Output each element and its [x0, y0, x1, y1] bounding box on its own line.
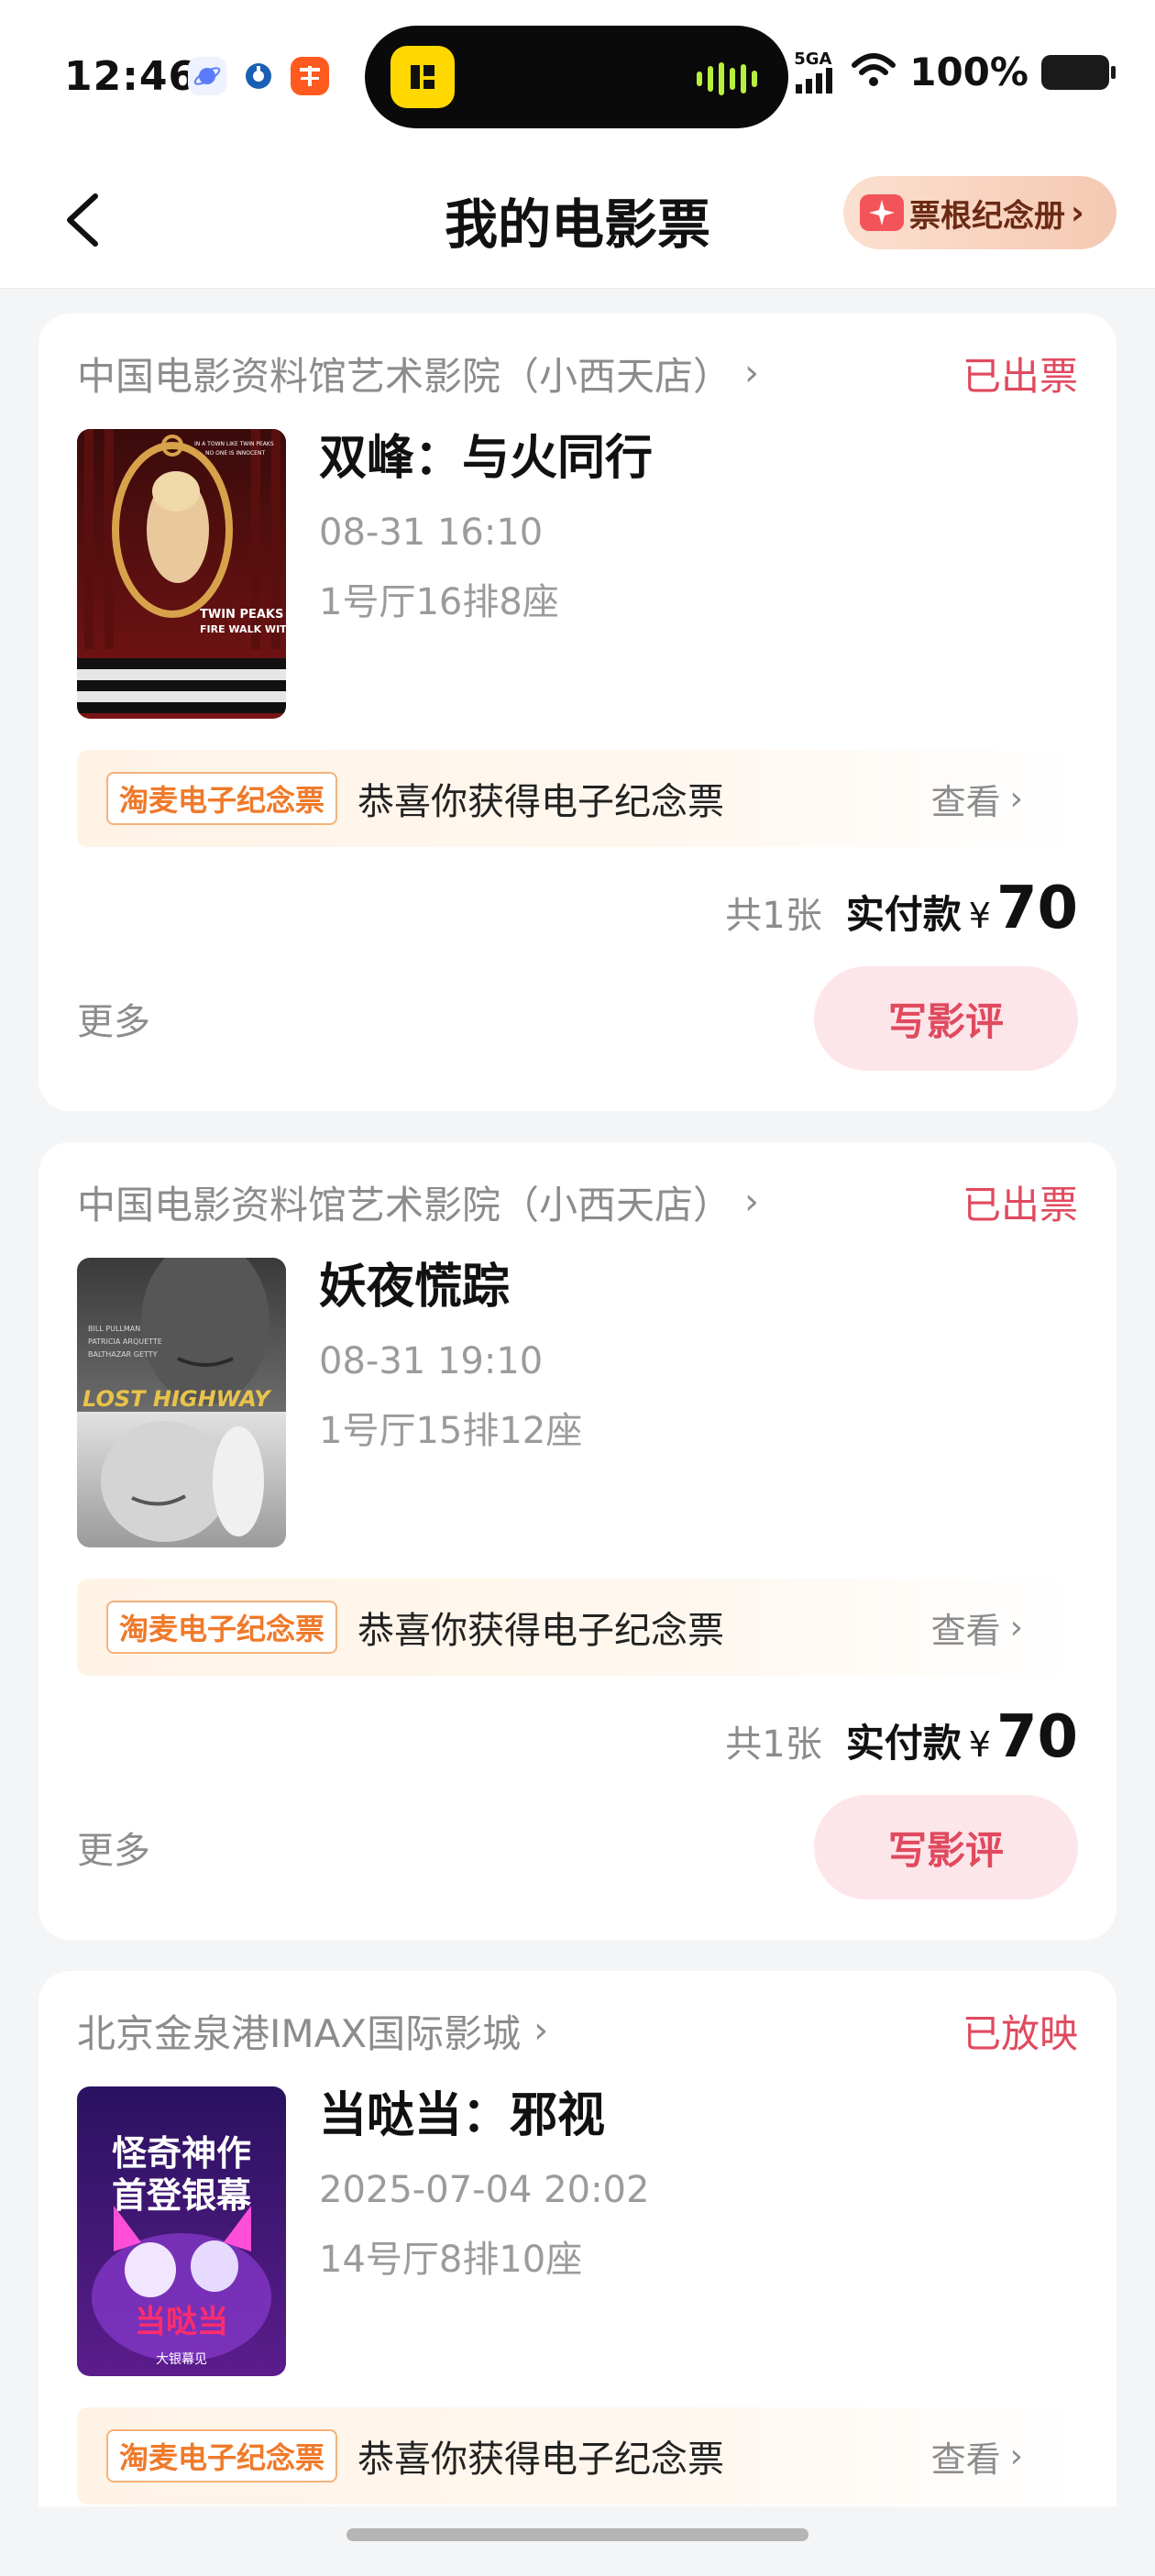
seat-info: 1号厅15排12座 [319, 1410, 583, 1452]
movie-title: 妖夜慌踪 [319, 1260, 511, 1315]
poster-cast: PATRICIA ARQUETTE [88, 1338, 162, 1346]
memorial-ticket-banner[interactable]: 淘麦电子纪念票 恭喜你获得电子纪念票 查看 › [77, 2407, 1078, 2504]
price-value: 70 [996, 875, 1078, 942]
price-row: 共1张 实付款 ¥ 70 [77, 1703, 1078, 1771]
currency-symbol: ¥ [968, 896, 991, 936]
poster-title: LOST HIGHWAY [82, 1386, 272, 1412]
write-review-button[interactable]: 写影评 [814, 966, 1078, 1071]
ticket-count: 共1张 [725, 1723, 822, 1766]
movie-poster[interactable]: 怪奇神作 首登银幕 当哒当 大银幕见 [77, 2086, 286, 2376]
movie-title: 双峰：与火同行 [319, 431, 654, 486]
chevron-right-icon: › [1009, 2437, 1023, 2475]
dynamic-island [365, 26, 788, 128]
poster-title: TWIN PEAKS [200, 608, 283, 622]
poster-cast: BALTHAZAR GETTY [88, 1350, 158, 1359]
cinema-name: 中国电影资料馆艺术影院（小西天店） [77, 353, 732, 399]
showtime: 08-31 16:10 [319, 512, 544, 554]
write-review-button[interactable]: 写影评 [814, 1795, 1078, 1899]
ticket-list: 中国电影资料馆艺术影院（小西天店） › 已出票 IN A TOWN LIKE T… [38, 314, 1116, 2576]
showtime: 2025-07-04 20:02 [319, 2169, 650, 2211]
ticket-stub-album-label: 票根纪念册 [909, 197, 1065, 235]
cinema-name: 中国电影资料馆艺术影院（小西天店） [77, 1182, 732, 1227]
paid-label: 实付款 [845, 1721, 962, 1766]
poster-tagline: NO ONE IS INNOCENT [205, 450, 265, 457]
memorial-text: 恭喜你获得电子纪念票 [358, 1610, 725, 1652]
memorial-view-link[interactable]: 查看 › [931, 2431, 1023, 2482]
memorial-ticket-banner[interactable]: 淘麦电子纪念票 恭喜你获得电子纪念票 查看 › [77, 750, 1078, 847]
memorial-view-label: 查看 [930, 781, 1001, 822]
notification-icons [188, 57, 329, 95]
movie-title: 当哒当：邪视 [319, 2088, 606, 2143]
poster-subtitle: 大银幕见 [156, 2352, 207, 2367]
chevron-right-icon: › [1009, 779, 1023, 818]
cinema-name-link[interactable]: 中国电影资料馆艺术影院（小西天店） › [77, 1174, 759, 1230]
paid-label: 实付款 [845, 892, 962, 937]
ticket-status: 已出票 [962, 1182, 1078, 1227]
battery-icon [1041, 54, 1116, 90]
ticket-stub-album-button[interactable]: 票根纪念册 › [843, 176, 1116, 249]
wifi-icon [851, 52, 896, 93]
nav-bar: 我的电影票 票根纪念册 › [0, 156, 1155, 289]
price-row: 共1张 实付款 ¥ 70 [77, 875, 1078, 942]
chevron-right-icon: › [744, 1181, 760, 1223]
network-type: 5GA [794, 49, 832, 69]
ticket-card[interactable]: 北京金泉港IMAX国际影城 › 已放映 怪奇神作 首登银幕 当哒当 大银幕见 当… [38, 1971, 1116, 2545]
bank-app-icon [239, 57, 278, 95]
cinema-name-link[interactable]: 中国电影资料馆艺术影院（小西天店） › [77, 346, 759, 402]
ticket-count: 共1张 [725, 895, 822, 937]
memorial-view-label: 查看 [930, 1610, 1001, 1651]
home-indicator[interactable] [346, 2528, 808, 2541]
status-bar: 12:46 5GA 100% [0, 0, 1155, 156]
movie-poster[interactable]: BILL PULLMAN PATRICIA ARQUETTE BALTHAZAR… [77, 1258, 286, 1547]
chevron-right-icon: › [1009, 1608, 1023, 1646]
memorial-text: 恭喜你获得电子纪念票 [358, 781, 725, 823]
poster-subtitle: FIRE WALK WITH ME [200, 623, 286, 635]
poster-headline: 首登银幕 [112, 2175, 252, 2216]
chevron-right-icon: › [744, 352, 760, 394]
price-value: 70 [996, 1703, 1078, 1771]
poster-tagline: IN A TOWN LIKE TWIN PEAKS [194, 441, 274, 447]
memorial-view-link[interactable]: 查看 › [931, 774, 1023, 824]
memorial-view-label: 查看 [930, 2438, 1001, 2480]
chevron-right-icon: › [534, 2009, 549, 2052]
cinema-name: 北京金泉港IMAX国际影城 [77, 2010, 522, 2056]
sparkle-ticket-icon [860, 194, 904, 231]
poster-headline: 怪奇神作 [112, 2133, 251, 2174]
ticket-card[interactable]: 中国电影资料馆艺术影院（小西天店） › 已出票 [38, 314, 1116, 1111]
movie-poster[interactable]: IN A TOWN LIKE TWIN PEAKS NO ONE IS INNO… [77, 429, 286, 719]
island-app-icon [390, 46, 455, 108]
more-button[interactable]: 更多 [77, 1821, 150, 1874]
battery-percent: 100% [909, 50, 1028, 94]
showtime: 08-31 19:10 [319, 1340, 544, 1382]
more-button[interactable]: 更多 [77, 992, 150, 1045]
planet-app-icon [188, 57, 226, 95]
memorial-tag: 淘麦电子纪念票 [106, 2429, 338, 2482]
poster-cast: BILL PULLMAN [88, 1325, 140, 1333]
cellular-signal-icon: 5GA [794, 49, 838, 94]
cinema-name-link[interactable]: 北京金泉港IMAX国际影城 › [77, 2003, 548, 2059]
seat-info: 14号厅8排10座 [319, 2239, 583, 2281]
ticket-card[interactable]: 中国电影资料馆艺术影院（小西天店） › 已出票 [38, 1142, 1116, 1940]
chevron-right-icon: › [1071, 193, 1084, 232]
ticket-status: 已放映 [962, 2010, 1078, 2056]
taobao-app-icon [291, 57, 329, 95]
memorial-tag: 淘麦电子纪念票 [106, 772, 338, 825]
memorial-view-link[interactable]: 查看 › [931, 1602, 1023, 1653]
poster-title: 当哒当 [135, 2304, 228, 2340]
status-right: 5GA 100% [794, 49, 1116, 94]
memorial-tag: 淘麦电子纪念票 [106, 1601, 338, 1654]
status-time: 12:46 [64, 53, 198, 100]
memorial-text: 恭喜你获得电子纪念票 [358, 2438, 725, 2481]
seat-info: 1号厅16排8座 [319, 581, 559, 623]
ticket-status: 已出票 [962, 353, 1078, 399]
memorial-ticket-banner[interactable]: 淘麦电子纪念票 恭喜你获得电子纪念票 查看 › [77, 1579, 1078, 1676]
audio-wave-icon [697, 62, 757, 95]
currency-symbol: ¥ [968, 1724, 991, 1765]
